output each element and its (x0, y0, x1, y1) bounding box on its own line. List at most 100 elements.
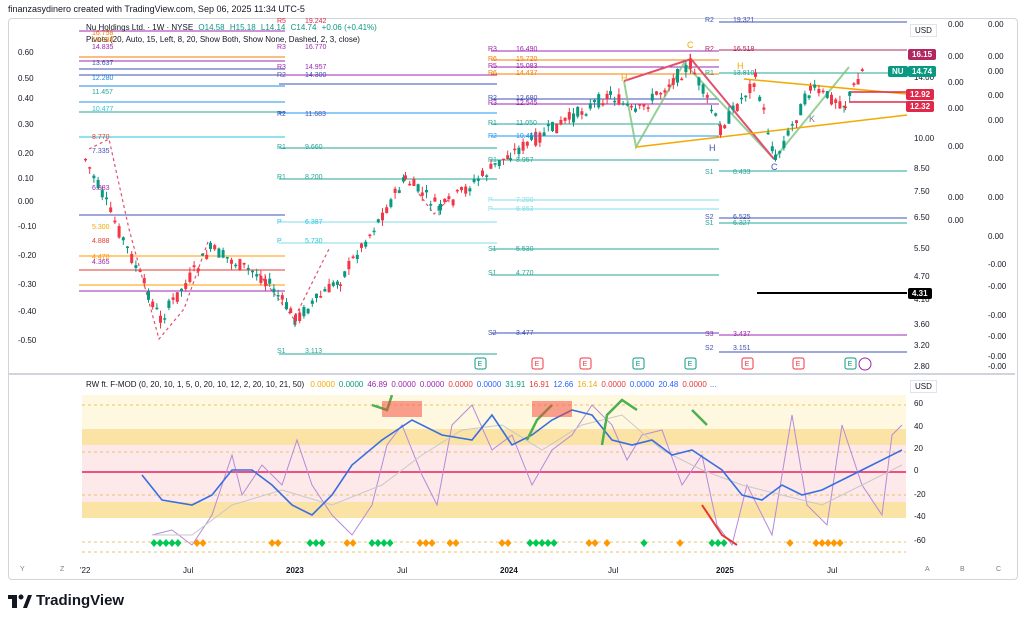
pivot-level-name: R1 (488, 157, 497, 164)
signal-diamond (349, 539, 357, 547)
candle (294, 314, 297, 322)
indicator-currency-label[interactable]: USD (910, 380, 937, 393)
signal-diamond (318, 539, 326, 547)
pivot-label: P 6.863 (488, 206, 534, 213)
candle (364, 241, 368, 247)
pivot-label: S2 3.151 (705, 345, 751, 352)
earnings-marker[interactable]: E (684, 357, 697, 370)
indicator-title[interactable]: RW ft. F-MOD (0, 20, 10, 1, 5, 0, 20, 10… (86, 380, 304, 389)
candle (671, 78, 675, 85)
svg-text:E: E (848, 361, 853, 368)
candle (786, 130, 790, 136)
candle (489, 163, 493, 169)
pivot-level-value: 4.770 (516, 270, 534, 277)
candle (433, 197, 437, 202)
zoom-toggle-z[interactable]: Z (60, 566, 64, 573)
pivot-level-name: S1 (488, 270, 497, 277)
auto-scale-a[interactable]: A (925, 566, 930, 573)
earnings-marker[interactable]: E (632, 357, 645, 370)
earnings-marker[interactable]: E (792, 357, 805, 370)
indicator-scale-label: 40 (914, 422, 923, 431)
indicator-value: 0.0000 (476, 380, 502, 389)
pivot-label: R5 19.242 (277, 18, 326, 25)
earnings-marker[interactable]: E (741, 357, 754, 370)
pivot-label: S3 3.437 (705, 331, 751, 338)
signal-diamond (422, 539, 430, 547)
earnings-markers: E E E E E E E E (474, 357, 872, 371)
pivot-level-name: S1 (488, 246, 497, 253)
candle (714, 113, 718, 116)
left-scale-label: 0.20 (18, 149, 34, 158)
earnings-marker[interactable]: E (844, 357, 857, 370)
pivot-level-name: R5 (488, 63, 497, 70)
candle (621, 103, 625, 105)
candle (521, 141, 525, 151)
price-tag: 12.92 (906, 89, 935, 100)
indicator-chart[interactable] (82, 395, 906, 565)
log-toggle-y[interactable]: Y (20, 566, 25, 573)
indicator-values-more: ... (709, 380, 717, 389)
pivot-label: R6 15.720 (488, 56, 537, 63)
signal-diamond (380, 539, 388, 547)
candle (572, 113, 575, 123)
main-legend[interactable]: Nu Holdings Ltd. · 1W · NYSE O14.58 H15.… (86, 22, 380, 46)
candle (659, 93, 663, 95)
indicator-values: 0.0000 0.0000 46.89 0.0000 0.0000 0.0000 0.000… (306, 380, 716, 389)
pivot-level-value: 7.200 (516, 197, 534, 204)
dividend-icon[interactable] (858, 357, 872, 371)
right-scale-label: -0.00 (988, 282, 1007, 291)
pivot-level-value: 15.083 (516, 63, 538, 70)
candle (593, 100, 596, 103)
indicator-scale-label: -20 (914, 490, 926, 499)
candle (825, 91, 829, 98)
pivot-level-value: 3.477 (516, 330, 534, 337)
left-level-label: 4.888 (92, 238, 110, 245)
candle (376, 219, 380, 223)
harmonic-pattern (623, 57, 908, 294)
scale-c[interactable]: C (996, 566, 1001, 573)
indicator-legend[interactable]: RW ft. F-MOD (0, 20, 10, 1, 5, 0, 20, 10… (86, 380, 717, 389)
candle (159, 315, 162, 323)
pivot-label: R1 8.957 (488, 157, 534, 164)
pivots-indicator-title[interactable]: Pivots (20, Auto, 15, Left, 8, 20, Show … (86, 34, 380, 46)
signal-diamonds (150, 539, 844, 547)
pivot-label: R3 16.490 (488, 46, 537, 53)
candle (752, 83, 756, 88)
scale-b[interactable]: B (960, 566, 965, 573)
currency-label[interactable]: USD (910, 24, 937, 37)
right-scale-label: 0.00 (988, 154, 1004, 163)
pivot-level-name: R2 (277, 111, 286, 118)
time-axis-label: Jul (183, 566, 194, 575)
candle (617, 94, 621, 105)
earnings-marker[interactable]: E (474, 357, 487, 370)
candle (464, 186, 468, 194)
candle (542, 132, 546, 136)
time-axis-label: Jul (608, 566, 619, 575)
left-scale-label: -0.40 (18, 307, 37, 316)
pivot-level-value: 9.660 (305, 144, 323, 151)
time-axis-label: '22 (80, 566, 91, 575)
candle (848, 91, 852, 96)
candle (306, 308, 310, 314)
candle (460, 187, 463, 191)
indicator-value: 31.91 (505, 380, 526, 389)
candle (597, 94, 601, 108)
pivot-level-value: 14.300 (305, 72, 327, 79)
right-scale-label: 0.00 (948, 104, 964, 113)
candle (167, 300, 171, 309)
pivot-label: R6 14.437 (488, 70, 537, 77)
candle (425, 190, 428, 193)
tradingview-logo[interactable]: TradingView (8, 592, 124, 609)
earnings-marker[interactable]: E (531, 357, 544, 370)
pane-separator[interactable] (9, 373, 1015, 375)
candle (860, 69, 864, 71)
pivot-level-value: 15.720 (516, 56, 538, 63)
candle (723, 125, 727, 129)
candle (513, 148, 517, 151)
right-scale-label: 0.00 (948, 193, 964, 202)
price-scale-label: 4.70 (914, 272, 930, 281)
svg-text:E: E (636, 361, 641, 368)
right-scale-label: -0.00 (988, 362, 1007, 371)
time-axis-label: Jul (827, 566, 838, 575)
earnings-marker[interactable]: E (579, 357, 592, 370)
